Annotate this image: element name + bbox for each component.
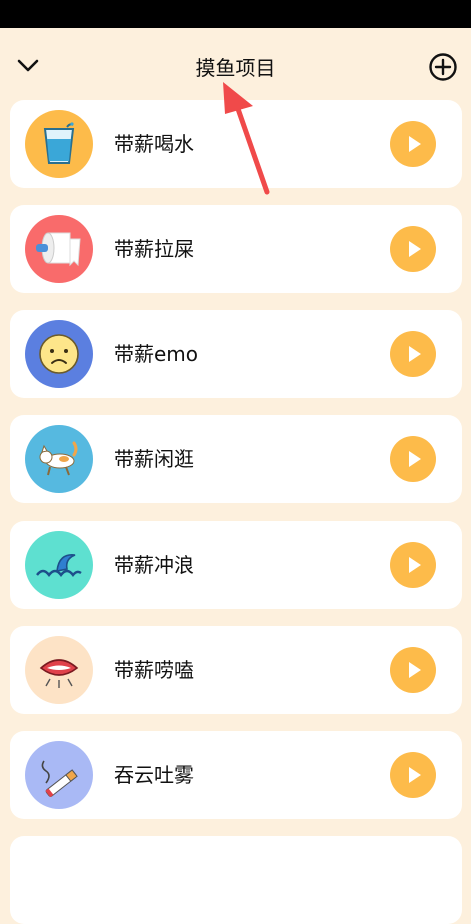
header: 摸鱼项目	[0, 28, 471, 100]
list-item[interactable]: 带薪唠嗑	[10, 626, 462, 714]
page-title: 摸鱼项目	[195, 56, 276, 80]
play-button[interactable]	[390, 542, 436, 588]
play-icon	[409, 346, 421, 362]
list-item[interactable]: 带薪喝水	[10, 100, 462, 188]
item-label: 带薪喝水	[114, 132, 194, 156]
avatar	[25, 215, 93, 283]
item-label: 吞云吐雾	[114, 763, 194, 787]
plus-circle-icon	[429, 53, 457, 81]
sad-face-icon	[39, 334, 79, 374]
item-label: 带薪唠嗑	[114, 658, 194, 682]
avatar	[25, 636, 93, 704]
play-icon	[409, 662, 421, 678]
item-label: 带薪闲逛	[114, 447, 194, 471]
play-button[interactable]	[390, 226, 436, 272]
list-item[interactable]: 带薪拉屎	[10, 205, 462, 293]
play-icon	[409, 136, 421, 152]
avatar	[25, 741, 93, 809]
play-button[interactable]	[390, 647, 436, 693]
play-button[interactable]	[390, 331, 436, 377]
play-button[interactable]	[390, 436, 436, 482]
play-icon	[409, 767, 421, 783]
list-item[interactable]: 带薪闲逛	[10, 415, 462, 503]
avatar	[25, 425, 93, 493]
add-button[interactable]	[428, 52, 458, 82]
status-bar	[0, 0, 471, 28]
item-label: 带薪冲浪	[114, 553, 194, 577]
list-item[interactable]	[10, 836, 462, 924]
list-item[interactable]: 带薪冲浪	[10, 521, 462, 609]
list-item[interactable]: 带薪emo	[10, 310, 462, 398]
play-button[interactable]	[390, 121, 436, 167]
water-glass-icon	[43, 122, 75, 164]
play-icon	[409, 451, 421, 467]
cigarette-icon	[41, 760, 78, 797]
mouth-icon	[39, 659, 79, 688]
avatar	[25, 320, 93, 388]
play-button[interactable]	[390, 752, 436, 798]
toilet-paper-icon	[36, 232, 81, 267]
avatar	[25, 110, 93, 178]
item-label: 带薪拉屎	[114, 237, 194, 261]
cat-icon	[39, 441, 78, 476]
play-icon	[409, 241, 421, 257]
item-label: 带薪emo	[114, 342, 199, 366]
list-item[interactable]: 吞云吐雾	[10, 731, 462, 819]
avatar	[25, 531, 93, 599]
wave-icon	[36, 554, 82, 577]
play-icon	[409, 557, 421, 573]
